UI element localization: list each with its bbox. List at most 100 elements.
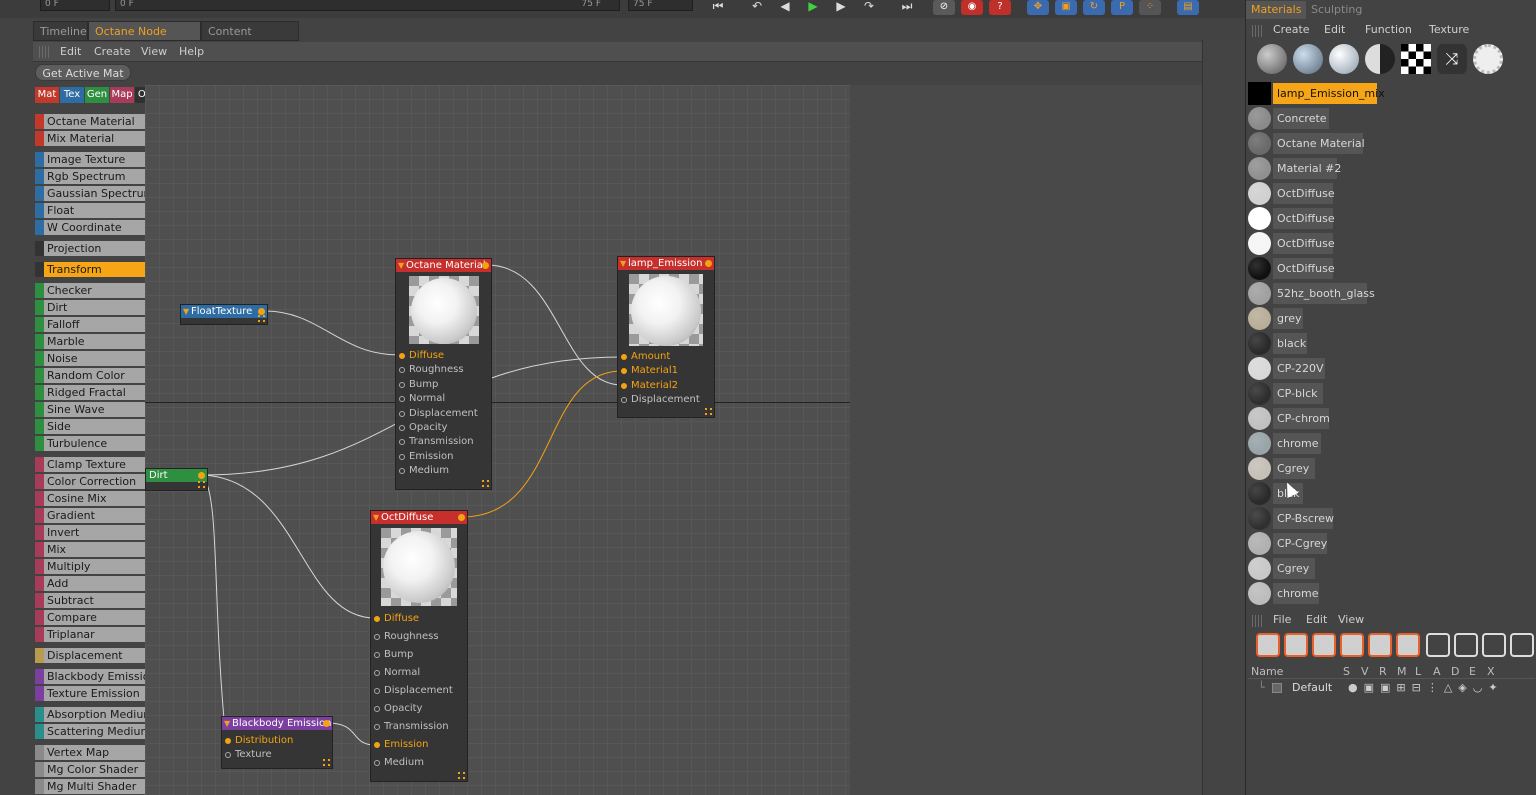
layer-tool-icon[interactable] (1426, 633, 1450, 657)
collapse-icon[interactable]: ▼ (620, 257, 626, 270)
port-transmission[interactable]: Transmission (371, 720, 459, 734)
layer-color-swatch[interactable] (1272, 683, 1282, 693)
layer-tool-icon[interactable] (1454, 633, 1478, 657)
port-opacity[interactable]: Opacity (371, 702, 459, 716)
material-name[interactable]: Cgrey (1273, 458, 1315, 479)
port-dot-icon[interactable] (225, 752, 231, 758)
material-thumbnail[interactable] (1248, 332, 1271, 355)
material-item[interactable]: chrome (1246, 581, 1536, 606)
material-name[interactable]: CP-blck (1273, 383, 1323, 404)
material-item[interactable]: CP-Bscrew (1246, 506, 1536, 531)
material-name[interactable]: CP-Cgrey (1273, 533, 1327, 554)
material-thumbnail[interactable] (1248, 432, 1271, 455)
port-dot-icon[interactable] (374, 652, 380, 658)
port-dot-icon[interactable] (399, 396, 405, 403)
specular-material-icon[interactable] (1329, 44, 1359, 74)
resize-handle-icon[interactable] (258, 315, 265, 322)
material-thumbnail[interactable] (1248, 207, 1271, 230)
material-item[interactable]: Concrete (1246, 106, 1536, 131)
glossy-material-icon[interactable] (1293, 44, 1323, 74)
material-thumbnail[interactable] (1248, 132, 1271, 155)
material-item[interactable]: OctDiffuse (1246, 206, 1536, 231)
port-dot-icon[interactable] (374, 742, 380, 748)
checker-icon[interactable] (1401, 44, 1431, 74)
layer-tool-icon[interactable] (1482, 633, 1506, 657)
material-item[interactable]: OctDiffuse (1246, 181, 1536, 206)
material-item[interactable]: Octane Material (1246, 131, 1536, 156)
port-diffuse[interactable]: Diffuse (371, 612, 459, 626)
material-item[interactable]: CP-220V (1246, 356, 1536, 381)
material-thumbnail[interactable] (1248, 282, 1271, 305)
port-medium[interactable]: Medium (396, 464, 482, 478)
material-thumbnail[interactable] (1248, 532, 1271, 555)
port-dot-icon[interactable] (374, 670, 380, 676)
port-dot-icon[interactable] (621, 382, 627, 389)
material-thumbnail[interactable] (1248, 257, 1271, 280)
material-item[interactable]: Cgrey (1246, 556, 1536, 581)
material-thumbnail[interactable] (1248, 107, 1271, 130)
col-r[interactable]: R (1379, 665, 1387, 678)
material-name[interactable]: OctDiffuse (1273, 258, 1335, 279)
material-thumbnail[interactable] (1248, 507, 1271, 530)
material-name[interactable]: Concrete (1273, 108, 1329, 129)
layer-menu-edit[interactable]: Edit (1306, 613, 1327, 626)
port-dot-icon[interactable] (399, 353, 405, 359)
port-bump[interactable]: Bump (371, 648, 459, 662)
menu-texture[interactable]: Texture (1429, 23, 1469, 36)
collapse-icon[interactable]: ▼ (183, 305, 189, 318)
port-normal[interactable]: Normal (396, 392, 482, 406)
layer-tool-icon[interactable] (1256, 633, 1280, 657)
menu-create[interactable]: Create (1273, 23, 1310, 36)
port-bump[interactable]: Bump (396, 378, 482, 392)
port-dot-icon[interactable] (374, 760, 380, 766)
port-diffuse[interactable]: Diffuse (396, 349, 482, 363)
port-emission[interactable]: Emission (396, 450, 482, 464)
resize-handle-icon[interactable] (323, 759, 330, 766)
mix-material-icon[interactable] (1365, 44, 1395, 74)
material-name[interactable]: OctDiffuse (1273, 183, 1335, 204)
layer-tool-icon[interactable] (1396, 633, 1420, 657)
col-l[interactable]: L (1415, 665, 1421, 678)
port-displacement[interactable]: Displacement (618, 393, 706, 407)
tab-sculpting[interactable]: Sculpting (1306, 1, 1367, 19)
port-dot-icon[interactable] (374, 724, 380, 730)
settings-gear-icon[interactable] (1473, 44, 1503, 74)
port-distribution[interactable]: Distribution (222, 734, 330, 748)
resize-handle-icon[interactable] (482, 480, 489, 487)
port-dot-icon[interactable] (399, 425, 405, 431)
port-dot-icon[interactable] (399, 468, 405, 475)
node-blackbody-emission[interactable]: ▼ Blackbody Emission Distribution Texture (221, 716, 333, 769)
material-item[interactable]: CP-Cgrey (1246, 531, 1536, 556)
col-d[interactable]: D (1451, 665, 1459, 678)
port-displacement[interactable]: Displacement (371, 684, 459, 698)
col-m[interactable]: M (1397, 665, 1407, 678)
port-dot-icon[interactable] (621, 368, 627, 375)
collapse-icon[interactable]: ▼ (398, 259, 404, 272)
material-thumbnail[interactable] (1248, 482, 1271, 505)
material-name[interactable]: Octane Material (1273, 133, 1365, 154)
port-dot-icon[interactable] (399, 453, 405, 460)
layer-tool-icon[interactable] (1368, 633, 1392, 657)
layer-tool-icon[interactable] (1510, 633, 1534, 657)
material-thumbnail[interactable] (1248, 407, 1271, 430)
material-name[interactable]: 52hz_booth_glass (1273, 283, 1375, 304)
port-material2[interactable]: Material2 (618, 379, 706, 393)
new-material-icon[interactable] (1257, 44, 1287, 74)
layer-row-default[interactable]: └ Default ●▣▣⊞⊟⋮△◈◡✦ (1258, 681, 1528, 695)
node-lamp-emission[interactable]: ▼ lamp_Emission Amount Material1 Material2… (617, 256, 715, 418)
material-thumbnail[interactable] (1248, 457, 1271, 480)
material-name[interactable]: CP-Bscrew (1273, 508, 1334, 529)
port-amount[interactable]: Amount (618, 350, 706, 364)
material-name[interactable]: Material #2 (1273, 158, 1341, 179)
port-dot-icon[interactable] (399, 381, 405, 388)
port-roughness[interactable]: Roughness (371, 630, 459, 644)
port-medium[interactable]: Medium (371, 756, 459, 770)
port-dot-icon[interactable] (399, 367, 405, 374)
node-octane-material[interactable]: ▼ Octane Material Diffuse Roughness Bump No… (395, 258, 492, 490)
port-transmission[interactable]: Transmission (396, 435, 482, 449)
resize-handle-icon[interactable] (458, 772, 465, 779)
material-name[interactable]: lamp_Emission_mix (1273, 83, 1385, 104)
material-thumbnail[interactable] (1248, 557, 1271, 580)
material-name[interactable]: grey (1273, 308, 1303, 329)
node-float-texture[interactable]: ▼ FloatTexture (180, 304, 268, 325)
